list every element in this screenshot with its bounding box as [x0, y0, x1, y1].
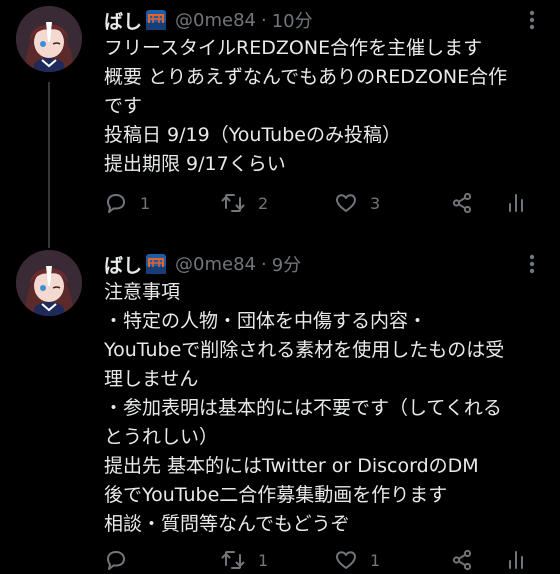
retweet-icon: [221, 551, 245, 569]
like-button[interactable]: 3: [334, 189, 380, 217]
tweet-actions: 1 1: [104, 546, 530, 574]
analytics-button[interactable]: [504, 546, 528, 574]
like-button[interactable]: 1: [334, 546, 380, 574]
like-icon: [336, 551, 356, 569]
retweet-icon: [221, 194, 245, 212]
tweet-text-line: 提出期限 9/17くらい: [104, 153, 286, 175]
share-button[interactable]: [450, 189, 474, 217]
tweet-2[interactable]: ばし @0me84 · 9分 注意事項 ・特定の人物・団体を中傷する内容・ Yo…: [0, 248, 560, 571]
reply-icon: [107, 194, 125, 213]
tweet-text-line: ・特定の人物・団体を中傷する内容・: [104, 310, 428, 332]
tweet-1[interactable]: ばし @0me84 · 10分 フリースタイルREDZONE合作を主催します 概…: [0, 0, 560, 230]
retweet-button[interactable]: 1: [220, 546, 268, 574]
tweet-text: 注意事項 ・特定の人物・団体を中傷する内容・ YouTubeで削除される素材を使…: [104, 278, 550, 539]
tweet-header: ばし @0me84 · 9分: [104, 250, 301, 278]
tweet-text-line: 概要 とりあえずなんでもありのREDZONE合作: [104, 66, 508, 88]
tweet-text-line: フリースタイルREDZONE合作を主催します: [104, 37, 483, 59]
user-handle[interactable]: @0me84: [175, 10, 256, 31]
tweet-text-line: です: [104, 95, 143, 117]
timestamp[interactable]: 9分: [272, 251, 301, 277]
verified-badge-icon: [145, 9, 167, 31]
retweet-count: 1: [258, 550, 269, 570]
reply-count: 1: [140, 193, 151, 213]
separator-dot: ·: [260, 9, 267, 31]
tweet-text-line: 後でYouTube二合作募集動画を作ります: [104, 484, 448, 506]
share-icon: [452, 549, 472, 571]
analytics-icon: [509, 551, 523, 569]
tweet-actions: 1 2 3: [104, 189, 530, 217]
analytics-icon: [509, 194, 523, 212]
share-button[interactable]: [450, 546, 474, 574]
tweet-text: フリースタイルREDZONE合作を主催します 概要 とりあえずなんでもありのRE…: [104, 34, 550, 179]
reply-button[interactable]: 1: [104, 189, 150, 217]
more-icon[interactable]: [518, 6, 546, 34]
like-count: 1: [370, 550, 381, 570]
retweet-button[interactable]: 2: [220, 189, 268, 217]
timestamp[interactable]: 10分: [272, 7, 313, 33]
avatar-image: [16, 250, 82, 316]
tweet-text-line: 提出先 基本的にはTwitter or DiscordのDM: [104, 455, 479, 477]
retweet-count: 2: [258, 193, 269, 213]
reply-button[interactable]: [104, 546, 140, 574]
display-name[interactable]: ばし: [104, 7, 142, 34]
tweet-text-line: 相談・質問等なんでもどうぞ: [104, 513, 350, 535]
share-icon: [452, 192, 472, 214]
like-count: 3: [370, 193, 381, 213]
tweet-text-line: YouTubeで削除される素材を使用したものは受: [104, 339, 505, 361]
avatar[interactable]: [16, 250, 82, 316]
separator-dot: ·: [260, 253, 267, 275]
tweet-text-line: 理しません: [104, 368, 199, 390]
verified-badge-icon: [145, 253, 167, 275]
analytics-button[interactable]: [504, 189, 528, 217]
tweet-text-line: 投稿日 9/19（YouTubeのみ投稿）: [104, 124, 401, 146]
like-icon: [336, 194, 356, 212]
tweet-text-line: とうれしい）: [104, 426, 219, 448]
reply-icon: [107, 551, 125, 570]
tweet-header: ばし @0me84 · 10分: [104, 6, 313, 34]
tweet-text-line: 注意事項: [104, 281, 181, 303]
user-handle[interactable]: @0me84: [175, 254, 256, 275]
more-icon[interactable]: [518, 250, 546, 278]
tweet-text-line: ・参加表明は基本的には不要です（してくれる: [104, 397, 502, 419]
avatar-image: [16, 6, 82, 72]
avatar[interactable]: [16, 6, 82, 72]
display-name[interactable]: ばし: [104, 251, 142, 278]
